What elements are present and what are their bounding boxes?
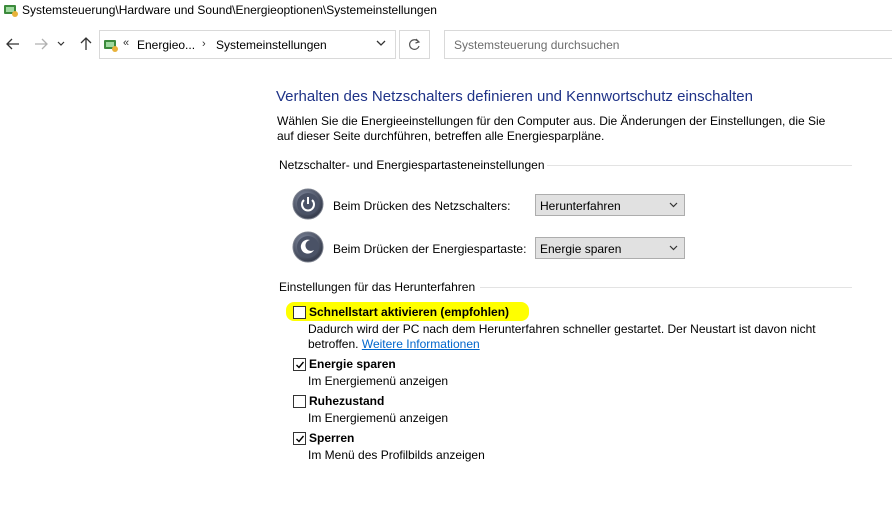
page-title: Verhalten des Netzschalters definieren u… <box>276 88 753 105</box>
control-panel-icon <box>4 5 18 17</box>
lock-description: Im Menü des Profilbilds anzeigen <box>308 448 485 462</box>
sleep-button-label: Beim Drücken der Energiespartaste: <box>333 242 527 256</box>
hibernate-title: Ruhezustand <box>309 394 385 408</box>
divider <box>547 165 852 166</box>
breadcrumb-separator: › <box>202 38 206 50</box>
sleep-button-value: Energie sparen <box>540 242 622 256</box>
forward-button[interactable] <box>30 33 52 55</box>
sleep-title: Energie sparen <box>309 357 396 371</box>
shutdown-group-label: Einstellungen für das Herunterfahren <box>279 280 476 294</box>
chevron-down-icon <box>669 245 678 251</box>
power-group-label: Netzschalter- und Energiespartasteneinst… <box>279 158 545 172</box>
more-info-link[interactable]: Weitere Informationen <box>362 337 480 351</box>
fast-startup-checkbox[interactable] <box>293 306 306 319</box>
back-button[interactable] <box>2 33 24 55</box>
power-button-icon <box>292 188 324 220</box>
chevron-down-icon <box>669 202 678 208</box>
sleep-description: Im Energiemenü anzeigen <box>308 374 449 388</box>
page-description: Wählen Sie die Energieeinstellungen für … <box>277 114 826 143</box>
checkmark-icon <box>296 435 305 443</box>
lock-checkbox[interactable] <box>293 432 306 445</box>
fast-startup-description: Dadurch wird der PC nach dem Herunterfah… <box>308 322 828 352</box>
checkmark-icon <box>296 361 305 369</box>
window-title: Systemsteuerung\Hardware und Sound\Energ… <box>22 3 437 17</box>
sleep-button-icon <box>292 231 324 263</box>
power-button-select[interactable]: Herunterfahren <box>535 194 685 216</box>
recent-locations-button[interactable] <box>54 33 68 55</box>
title-bar: Systemsteuerung\Hardware und Sound\Energ… <box>0 0 892 22</box>
breadcrumb-energieoptionen[interactable]: Energieo... <box>137 38 195 52</box>
search-input[interactable]: Systemsteuerung durchsuchen <box>444 30 892 59</box>
arrow-up-icon <box>80 37 92 50</box>
control-panel-icon <box>104 40 118 52</box>
power-button-label: Beim Drücken des Netzschalters: <box>333 199 511 213</box>
refresh-icon <box>409 38 421 50</box>
divider <box>480 287 852 288</box>
fast-startup-title: Schnellstart aktivieren (empfohlen) <box>309 305 510 319</box>
refresh-button[interactable] <box>399 30 430 59</box>
sleep-button-select[interactable]: Energie sparen <box>535 237 685 259</box>
up-button[interactable] <box>75 33 97 55</box>
arrow-left-icon <box>6 38 19 50</box>
chevron-down-icon <box>57 41 65 46</box>
main-content: Verhalten des Netzschalters definieren u… <box>0 60 892 526</box>
chevron-down-icon[interactable] <box>376 40 386 47</box>
lock-title: Sperren <box>309 431 355 445</box>
breadcrumb-systemeinstellungen[interactable]: Systemeinstellungen <box>216 38 327 52</box>
power-button-value: Herunterfahren <box>540 199 621 213</box>
search-placeholder: Systemsteuerung durchsuchen <box>454 38 620 52</box>
breadcrumb-overflow[interactable]: « <box>123 37 129 49</box>
sleep-checkbox[interactable] <box>293 358 306 371</box>
address-bar[interactable]: « Energieo... › Systemeinstellungen <box>99 30 396 59</box>
hibernate-description: Im Energiemenü anzeigen <box>308 411 449 425</box>
arrow-right-icon <box>35 38 48 50</box>
hibernate-checkbox[interactable] <box>293 395 306 408</box>
